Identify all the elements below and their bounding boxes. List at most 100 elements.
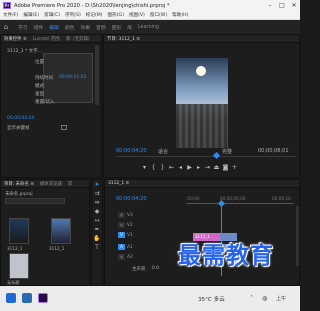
tab-sequence[interactable]: 3112_1 ≡ xyxy=(108,181,129,186)
program-duration: 00;00;08;01 xyxy=(258,148,289,154)
effect-controls-panel: 效果控件 ≡ Lumetri 范围 源: (无剪辑) 3112_1 * 文字..… xyxy=(0,34,102,178)
workspace-color[interactable]: 颜色 xyxy=(65,24,75,31)
word-icon[interactable] xyxy=(22,293,32,303)
workspace-audio[interactable]: 音频 xyxy=(96,24,106,31)
minimize-button[interactable]: – xyxy=(264,2,276,9)
effect-scrollbar[interactable] xyxy=(95,45,99,105)
tab-program[interactable]: 节目: 3112_1 ≡ xyxy=(107,36,140,42)
razor-tool-icon[interactable]: ◆ xyxy=(92,207,102,216)
show-keyframes-label[interactable]: 显示关键帧 xyxy=(7,125,30,131)
menu-graphics[interactable]: 图形(G) xyxy=(108,12,124,18)
menu-window[interactable]: 窗口(W) xyxy=(150,12,167,18)
workspace-learning[interactable]: Learning xyxy=(138,25,159,30)
export-frame-icon[interactable]: ◙ xyxy=(221,164,230,171)
source-patch-icon[interactable]: V xyxy=(118,232,125,238)
go-to-in-icon[interactable]: ⇤ xyxy=(167,164,176,171)
hand-tool-icon[interactable]: ✋ xyxy=(92,234,102,243)
menu-view[interactable]: 视图(V) xyxy=(129,12,145,18)
selection-tool-icon[interactable]: ➤ xyxy=(92,180,102,189)
tab-source[interactable]: 源: (无剪辑) xyxy=(66,36,90,42)
step-forward-icon[interactable]: ▸ xyxy=(194,164,203,171)
program-scrub-bar[interactable] xyxy=(116,156,296,157)
project-clip-name: 3112_1 xyxy=(7,246,23,251)
windows-start-icon[interactable] xyxy=(6,293,16,303)
timeline-scrollbar[interactable] xyxy=(296,206,299,266)
video-buildings xyxy=(176,104,228,148)
mode-value[interactable]: 垂直 xyxy=(35,91,44,97)
timeline-current-time[interactable]: 00;00;04;20 xyxy=(116,196,147,202)
master-track-value[interactable]: 0.0 xyxy=(152,266,159,271)
play-icon[interactable]: ▶ xyxy=(185,164,194,171)
keyframe-toggle-icon[interactable] xyxy=(61,125,67,130)
toggle-sync-icon[interactable]: ◎ xyxy=(118,222,125,228)
add-button-icon[interactable]: + xyxy=(230,164,239,171)
toggle-sync-icon[interactable]: ◎ xyxy=(118,254,125,260)
duration-value[interactable]: 00;00;01;02 xyxy=(59,75,86,80)
mark-out-icon[interactable]: } xyxy=(158,164,167,171)
title-bar: Pr Adobe Premiere Pro 2020 - D:\Sh2020\l… xyxy=(0,0,300,11)
effect-position-label: 位置 xyxy=(35,60,44,65)
lift-icon[interactable]: ⏏ xyxy=(212,164,221,171)
slip-tool-icon[interactable]: ↔ xyxy=(92,216,102,225)
workspace-libraries[interactable]: 库 xyxy=(127,24,132,31)
tab-lumetri-scopes[interactable]: Lumetri 范围 xyxy=(33,36,60,42)
clock[interactable]: 上午 xyxy=(276,295,286,302)
ripple-edit-icon[interactable]: ⇹ xyxy=(92,198,102,207)
timeline-ruler[interactable] xyxy=(186,203,294,204)
workspace-graphics[interactable]: 图形 xyxy=(112,24,122,31)
ruler-start: :00;00 xyxy=(186,196,200,201)
project-clip-thumbnail[interactable] xyxy=(51,218,71,244)
tab-project[interactable]: 项目: 未命名 ≡ xyxy=(4,181,34,187)
ruler-mid: 00;00;05;00 xyxy=(220,196,246,201)
menu-file[interactable]: 文件(F) xyxy=(3,12,18,18)
master-track-label: 主声道 xyxy=(132,267,146,272)
marker-icon[interactable]: ▾ xyxy=(140,164,149,171)
type-tool-icon[interactable]: T xyxy=(92,243,102,252)
maximize-button[interactable]: □ xyxy=(276,2,288,9)
project-clip-thumbnail[interactable] xyxy=(9,218,29,244)
track-v1: V V1 xyxy=(118,232,133,238)
menu-clip[interactable]: 剪辑(C) xyxy=(44,12,60,18)
toggle-sync-icon[interactable]: ◎ xyxy=(118,212,125,218)
video-sun xyxy=(196,66,206,76)
source-patch-icon[interactable]: A xyxy=(118,244,125,250)
close-button[interactable]: ✕ xyxy=(288,2,300,9)
workspace-editing[interactable]: 编辑 xyxy=(49,24,59,31)
workspace-learn[interactable]: 学习 xyxy=(18,24,28,31)
weather-widget[interactable]: 35°C 多云 xyxy=(198,295,225,303)
fit-dropdown[interactable]: 适合 xyxy=(158,148,168,155)
project-search-input[interactable] xyxy=(5,198,65,204)
program-tabs: 节目: 3112_1 ≡ xyxy=(104,35,299,43)
window-title: Adobe Premiere Pro 2020 - D:\Sh2020\lenj… xyxy=(14,2,170,9)
tab-libraries[interactable]: 库 xyxy=(68,181,72,187)
go-to-out-icon[interactable]: ⇥ xyxy=(203,164,212,171)
quality-dropdown[interactable]: 完整 xyxy=(222,148,232,155)
menu-sequence[interactable]: 序列(S) xyxy=(65,12,81,18)
tab-media-browser[interactable]: 媒体浏览器 xyxy=(40,181,62,187)
menu-help[interactable]: 帮助(H) xyxy=(172,12,188,18)
workspace-assembly[interactable]: 组件 xyxy=(34,24,44,31)
track-v3: ◎ V3 xyxy=(118,212,133,218)
tab-effect-controls[interactable]: 效果控件 ≡ xyxy=(4,36,27,42)
track-v1-label: V1 xyxy=(127,233,133,238)
home-icon[interactable]: ⌂ xyxy=(0,23,12,31)
menu-edit[interactable]: 编辑(E) xyxy=(23,12,39,18)
pen-tool-icon[interactable]: ✒ xyxy=(92,225,102,234)
project-tabs: 项目: 未命名 ≡ 媒体浏览器 库 xyxy=(1,180,89,188)
effect-current-time[interactable]: 00;00;04;20 xyxy=(7,116,34,121)
effect-clip-label[interactable]: 3112_1 * 文字... xyxy=(7,48,42,54)
menu-marker[interactable]: 标记(M) xyxy=(86,12,103,18)
tray-arrow-icon[interactable]: ˄ xyxy=(250,295,253,302)
taskbar: 35°C 多云 ˄ ◍ 上午 xyxy=(0,286,300,311)
ease-label[interactable]: 重置/切入 xyxy=(35,99,55,105)
track-select-icon[interactable]: ⇉ xyxy=(92,189,102,198)
timeline-tabs: 3112_1 ≡ xyxy=(105,180,299,188)
premiere-taskbar-icon[interactable] xyxy=(38,293,48,303)
project-clip-thumbnail[interactable] xyxy=(9,253,29,279)
step-back-icon[interactable]: ◂ xyxy=(176,164,185,171)
workspace-effects[interactable]: 效果 xyxy=(80,24,90,31)
transport-controls: ▾ { } ⇤ ◂ ▶ ▸ ⇥ ⏏ ◙ + xyxy=(140,164,239,171)
mark-in-icon[interactable]: { xyxy=(149,164,158,171)
network-icon[interactable]: ◍ xyxy=(262,295,267,302)
program-current-time[interactable]: 00;00;04;20 xyxy=(116,148,147,154)
